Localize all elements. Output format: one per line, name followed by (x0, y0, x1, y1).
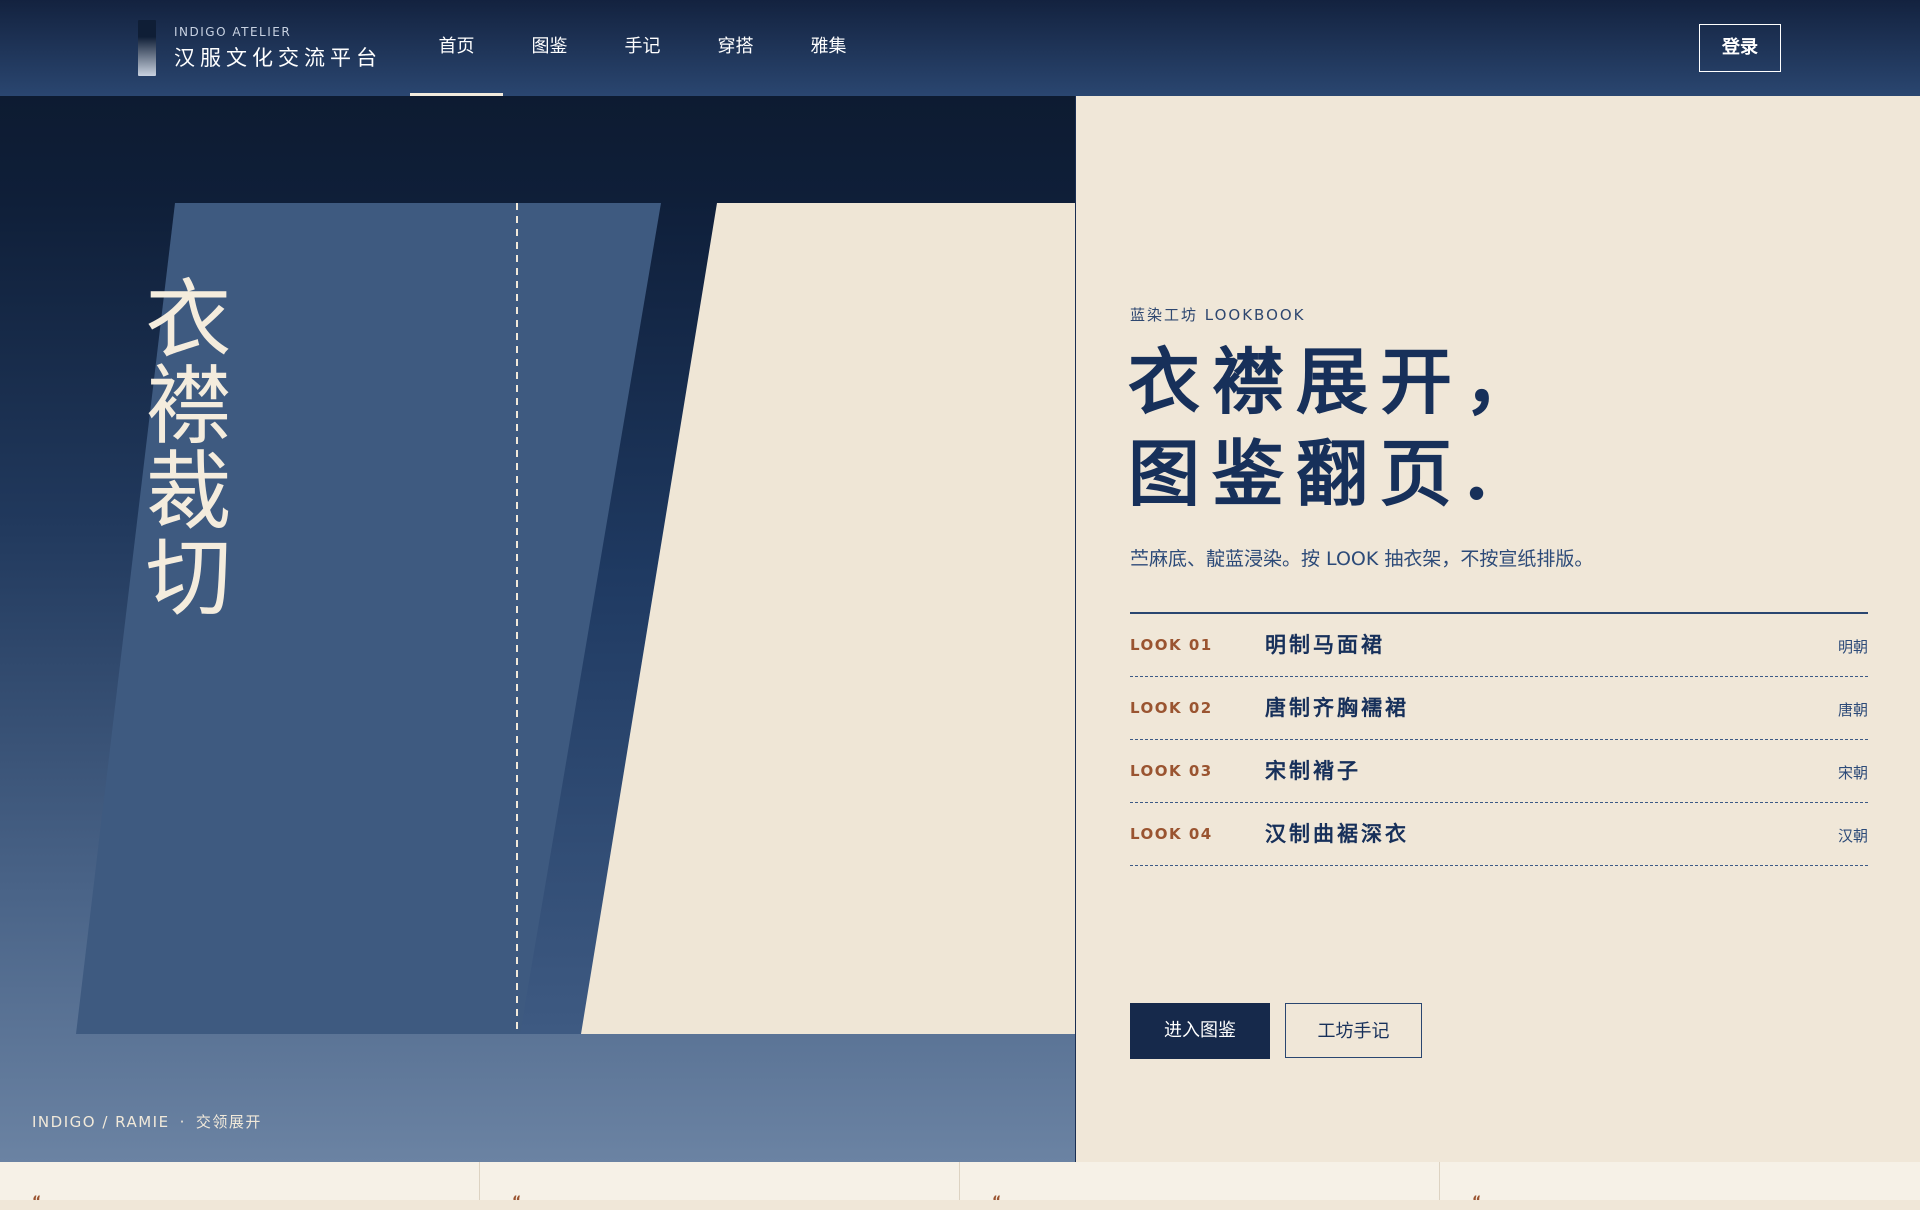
look-name: 宋制褙子 (1265, 759, 1361, 783)
look-era: 明朝 (1837, 638, 1868, 656)
workshop-notes-button[interactable]: 工坊手记 (1285, 1003, 1422, 1058)
enter-catalog-button[interactable]: 进入图鉴 (1130, 1003, 1270, 1059)
logo-chinese-name: 汉服文化交流平台 (174, 46, 382, 70)
card-mark-icon: “ (992, 1194, 1002, 1210)
logo-mark-icon (138, 20, 156, 76)
garment-panels-illustration (76, 203, 1075, 1034)
look-list: LOOK 01 明制马面裙 明朝 LOOK 02 唐制齐胸襦裙 唐朝 LOOK … (1130, 612, 1868, 866)
look-name: 唐制齐胸襦裙 (1265, 696, 1409, 720)
nav-item-catalog[interactable]: 图鉴 (503, 0, 596, 96)
vertical-hero-title: 衣襟裁切 (130, 274, 230, 618)
look-era: 唐朝 (1837, 701, 1868, 719)
next-section-strip: “ “ “ “ (0, 1162, 1920, 1210)
caption-separator: · (179, 1113, 186, 1131)
login-button[interactable]: 登录 (1699, 24, 1781, 72)
look-era: 宋朝 (1837, 764, 1868, 782)
look-row[interactable]: LOOK 02 唐制齐胸襦裙 唐朝 (1130, 677, 1868, 740)
look-number: LOOK 02 (1130, 699, 1213, 717)
look-number: LOOK 04 (1130, 825, 1213, 843)
headline-line-2: 图鉴翻页. (1128, 431, 1502, 516)
feature-card[interactable]: “ (0, 1162, 480, 1210)
look-number: LOOK 01 (1130, 636, 1213, 654)
hero-artwork: 衣襟裁切 INDIGO / RAMIE · 交领展开 (0, 96, 1075, 1162)
nav-item-notes[interactable]: 手记 (596, 0, 689, 96)
look-era: 汉朝 (1837, 827, 1868, 845)
nav-item-gatherings[interactable]: 雅集 (782, 0, 875, 96)
card-mark-icon: “ (1472, 1194, 1482, 1210)
lead-paragraph: 苎麻底、靛蓝浸染。按 LOOK 抽衣架，不按宣纸排版。 (1130, 548, 1594, 570)
feature-card[interactable]: “ (480, 1162, 960, 1210)
page-headline: 衣襟展开， 图鉴翻页. (1128, 336, 1548, 520)
look-row[interactable]: LOOK 03 宋制褙子 宋朝 (1130, 740, 1868, 803)
card-mark-icon: “ (512, 1194, 522, 1210)
nav-item-home[interactable]: 首页 (410, 0, 503, 96)
look-name: 明制马面裙 (1265, 633, 1385, 657)
caption-english: INDIGO / RAMIE (32, 1113, 170, 1131)
feature-card[interactable]: “ (960, 1162, 1440, 1210)
lookbook-intro: 蓝染工坊 LOOKBOOK 衣襟展开， 图鉴翻页. 苎麻底、靛蓝浸染。按 LOO… (1076, 96, 1920, 1162)
look-row[interactable]: LOOK 04 汉制曲裾深衣 汉朝 (1130, 803, 1868, 866)
top-header: INDIGO ATELIER 汉服文化交流平台 首页 图鉴 手记 穿搭 雅集 登… (0, 0, 1920, 96)
hero-caption: INDIGO / RAMIE · 交领展开 (32, 1111, 262, 1132)
logo-english-name: INDIGO ATELIER (174, 25, 292, 39)
look-name: 汉制曲裾深衣 (1265, 822, 1409, 846)
look-number: LOOK 03 (1130, 762, 1213, 780)
headline-line-1: 衣襟展开， (1128, 339, 1549, 424)
nav-item-outfits[interactable]: 穿搭 (689, 0, 782, 96)
main-nav: 首页 图鉴 手记 穿搭 雅集 (410, 0, 875, 96)
card-mark-icon: “ (32, 1194, 42, 1210)
look-row[interactable]: LOOK 01 明制马面裙 明朝 (1130, 614, 1868, 677)
section-eyebrow: 蓝染工坊 LOOKBOOK (1130, 306, 1306, 324)
feature-card[interactable]: “ (1440, 1162, 1919, 1210)
caption-chinese: 交领展开 (195, 1113, 262, 1131)
